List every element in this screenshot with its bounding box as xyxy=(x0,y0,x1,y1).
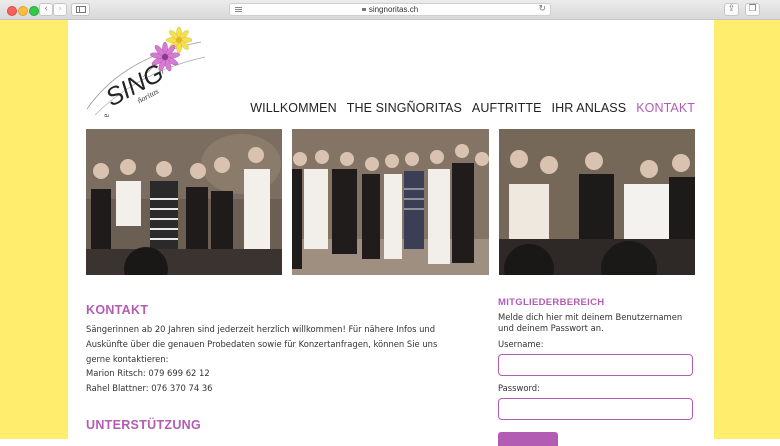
nav-the-singnoritas[interactable]: THE SINGÑORITAS xyxy=(347,101,462,115)
nav-kontakt[interactable]: KONTAKT xyxy=(636,101,695,115)
choir-photo-3 xyxy=(499,129,695,275)
main-navigation: WILLKOMMEN THE SINGÑORITAS AUFTRITTE IHR… xyxy=(250,101,695,115)
password-input[interactable] xyxy=(498,398,693,420)
support-heading: UNTERSTÜTZUNG xyxy=(86,418,202,432)
choir-photo-2 xyxy=(292,129,489,275)
minimize-window-button[interactable] xyxy=(18,6,28,16)
page-background-left xyxy=(0,20,68,439)
sidebar-toggle-button[interactable] xyxy=(71,3,90,16)
login-button[interactable] xyxy=(498,432,558,446)
contact-marion: Marion Ritsch: 079 699 62 12 xyxy=(86,368,210,378)
forward-button[interactable]: › xyxy=(53,3,67,16)
browser-toolbar: ‹ › singnoritas.ch ↻ ⇪ ❐ xyxy=(0,0,780,20)
kontakt-text: Sängerinnen ab 20 Jahren sind jederzeit … xyxy=(86,324,438,364)
nav-auftritte[interactable]: AUFTRITTE xyxy=(472,101,542,115)
tabs-overview-button[interactable]: ❐ xyxy=(745,3,760,16)
zoom-window-button[interactable] xyxy=(29,6,39,16)
members-heading: MITGLIEDERBEREICH xyxy=(498,297,605,308)
sidebar-icon xyxy=(76,6,86,13)
logo-word-the: the xyxy=(100,113,110,117)
choir-photo-1 xyxy=(86,129,282,275)
site-logo[interactable]: the SING ñoritas xyxy=(83,26,208,125)
page-background-right xyxy=(714,20,780,439)
nav-ihr-anlass[interactable]: IHR ANLASS xyxy=(552,101,627,115)
logo-word-sing: SING xyxy=(101,59,168,112)
chevron-left-icon: ‹ xyxy=(44,4,48,14)
contact-rahel: Rahel Blattner: 076 370 74 36 xyxy=(86,383,213,393)
address-bar[interactable]: singnoritas.ch ↻ xyxy=(229,3,551,16)
close-window-button[interactable] xyxy=(7,6,17,16)
members-description: Melde dich hier mit deinem Benutzernamen… xyxy=(498,312,683,333)
url-text: singnoritas.ch xyxy=(368,5,419,14)
kontakt-heading: KONTAKT xyxy=(86,303,149,317)
back-button[interactable]: ‹ xyxy=(39,3,53,16)
logo-graphic: the SING ñoritas xyxy=(86,26,206,125)
nav-willkommen[interactable]: WILLKOMMEN xyxy=(250,101,336,115)
username-input[interactable] xyxy=(498,354,693,376)
share-icon: ⇪ xyxy=(727,4,736,14)
lock-icon xyxy=(361,8,366,11)
share-button[interactable]: ⇪ xyxy=(724,3,739,16)
reload-icon[interactable]: ↻ xyxy=(538,4,546,15)
page-content: the SING ñoritas WILLKOMMEN THE SINGÑORI… xyxy=(68,20,714,446)
tabs-icon: ❐ xyxy=(748,4,757,14)
password-label: Password: xyxy=(498,383,540,393)
contact-list: Marion Ritsch: 079 699 62 12 Rahel Blatt… xyxy=(86,366,213,396)
username-label: Username: xyxy=(498,339,544,349)
chevron-right-icon: › xyxy=(58,4,62,14)
